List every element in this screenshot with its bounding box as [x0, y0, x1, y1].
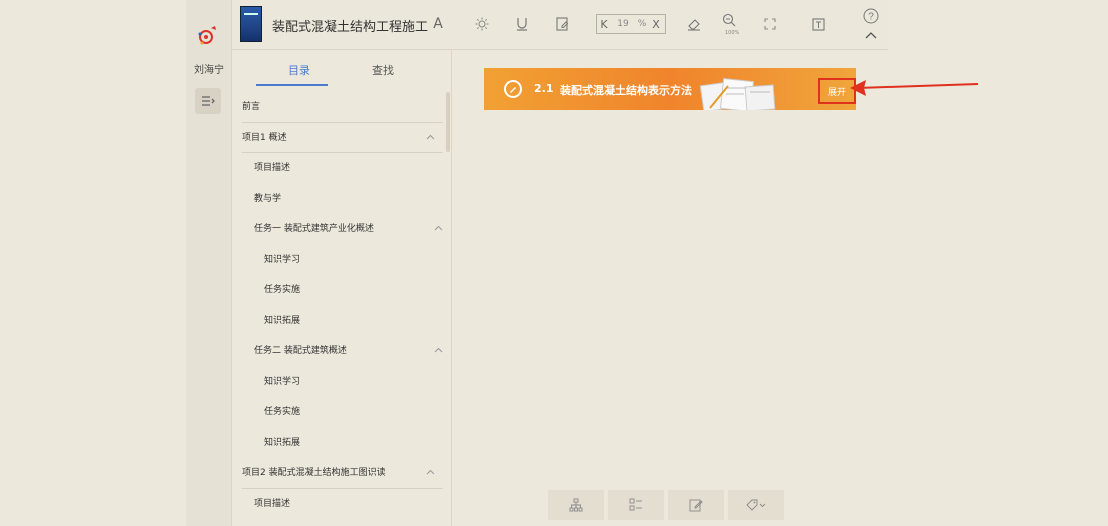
toc-item[interactable]: 知识学习 — [232, 367, 451, 398]
section-icon — [504, 80, 522, 98]
toc-item[interactable]: 知识拓展 — [232, 306, 451, 337]
user-rail: 刘海宁 — [186, 0, 232, 526]
toc-item-label: 知识学习 — [264, 254, 301, 265]
chevron-up-icon[interactable] — [426, 458, 435, 489]
toc-item[interactable]: 任务实施 — [232, 275, 451, 306]
section-title: 装配式混凝土结构表示方法 — [560, 84, 692, 97]
toc-item-label: 任务一 装配式建筑产业化概述 — [254, 224, 374, 234]
toc-item-label: 教与学 — [254, 193, 282, 204]
list-toggle-icon — [202, 96, 215, 106]
toc-item[interactable]: 项目2 装配式混凝土结构施工图识读 — [242, 458, 443, 489]
toc-panel: 目录 查找 前言 项目1 概述 项目描述 教与学 任务一 装配式建筑产业化概述 知识学习任… — [232, 50, 452, 526]
toc-item[interactable]: 任务实施 — [232, 397, 451, 428]
zoom-level: 100% — [725, 30, 740, 36]
toc-item[interactable]: 教与学 — [232, 184, 451, 215]
toc-item[interactable]: 知识拓展 — [232, 428, 451, 459]
text-mode-button[interactable] — [808, 14, 828, 34]
toc-item[interactable]: 任务二 装配式建筑概述 — [232, 336, 451, 367]
note-icon — [555, 17, 568, 31]
content-area: 2.1 装配式混凝土结构表示方法 展开 — [452, 50, 888, 526]
toc-item[interactable]: 项目描述 — [232, 489, 451, 520]
brightness-button[interactable] — [472, 14, 492, 34]
zoom-button[interactable] — [718, 10, 740, 30]
mindmap-button[interactable] — [548, 490, 604, 520]
font-style-button[interactable]: A — [430, 14, 446, 34]
tab-toc[interactable]: 目录 — [288, 62, 310, 78]
book-cover-thumbnail[interactable] — [240, 6, 262, 42]
app-logo — [196, 24, 220, 46]
chevron-up-icon[interactable] — [426, 123, 435, 154]
toggle-toc-button[interactable] — [195, 88, 221, 114]
toc-item-label: 知识拓展 — [264, 437, 301, 448]
collapse-chevron-icon[interactable] — [864, 30, 878, 40]
tag-button[interactable] — [728, 490, 784, 520]
fullscreen-button[interactable] — [760, 14, 780, 34]
user-name: 刘海宁 — [194, 65, 224, 76]
toc-item-label: 项目2 装配式混凝土结构施工图识读 — [242, 468, 386, 478]
toc-item[interactable]: 前言 — [242, 92, 443, 123]
sun-icon — [475, 17, 489, 31]
chevron-up-icon[interactable] — [434, 214, 443, 245]
toc-item-label: 前言 — [242, 102, 261, 112]
help-button[interactable]: ? — [860, 8, 882, 44]
toc-item-label: 教与学 — [254, 519, 281, 526]
toc-item-label: 项目描述 — [254, 498, 291, 509]
toc-tabs: 目录 查找 — [232, 50, 451, 92]
toc-item-label: 项目1 概述 — [242, 132, 287, 143]
eraser-button[interactable] — [684, 14, 704, 34]
help-icon: ? — [863, 8, 879, 24]
edit-icon — [689, 499, 703, 512]
toc-item[interactable]: 项目描述 — [232, 153, 451, 184]
edit-note-button[interactable] — [668, 490, 724, 520]
toc-item[interactable]: 任务一 装配式建筑产业化概述 — [232, 214, 451, 245]
font-increase-button[interactable]: X — [649, 18, 663, 31]
fullscreen-icon — [764, 18, 776, 30]
list-icon — [629, 498, 642, 511]
reader-toolbar: 装配式混凝土结构工程施工 A K 19 % X 100% — [232, 0, 888, 50]
toc-item-label: 任务实施 — [264, 407, 301, 417]
active-tab-indicator — [256, 84, 328, 86]
eraser-icon — [688, 19, 700, 31]
toc-item-label: 项目描述 — [254, 163, 291, 173]
text-box-icon — [811, 17, 825, 31]
font-decrease-button[interactable]: K — [597, 18, 611, 31]
toc-item-label: 知识拓展 — [264, 315, 301, 326]
section-number: 2.1 — [534, 82, 554, 95]
tag-icon — [746, 499, 766, 511]
toc-item-label: 任务实施 — [264, 285, 301, 295]
font-size-control[interactable]: K 19 % X — [596, 14, 666, 34]
note-button[interactable] — [552, 14, 572, 34]
magnifier-icon — [722, 13, 736, 27]
book-title: 装配式混凝土结构工程施工 — [272, 20, 429, 35]
underline-icon — [517, 18, 527, 31]
hierarchy-icon — [569, 498, 583, 512]
chevron-up-icon[interactable] — [434, 336, 443, 367]
font-size-value: 19 — [617, 19, 629, 29]
section-banner: 2.1 装配式混凝土结构表示方法 展开 — [484, 68, 856, 110]
blueprint-illustration — [699, 77, 776, 110]
toc-item[interactable]: 项目1 概述 — [242, 123, 443, 154]
toc-list: 前言 项目1 概述 项目描述 教与学 任务一 装配式建筑产业化概述 知识学习 任务实施 知识拓… — [232, 92, 451, 526]
tab-search[interactable]: 查找 — [372, 62, 394, 78]
toc-item-label: 任务二 装配式建筑概述 — [254, 346, 347, 356]
outline-button[interactable] — [608, 490, 664, 520]
annotation-arrow — [850, 80, 979, 96]
toc-item[interactable]: 知识学习 — [232, 245, 451, 276]
bottom-toolbar — [548, 490, 788, 520]
toc-item-label: 知识学习 — [264, 376, 301, 387]
toc-item[interactable]: 教与学 — [232, 519, 451, 526]
font-size-unit: % — [637, 19, 647, 29]
svg-text:?: ? — [868, 12, 874, 23]
underline-button[interactable] — [512, 14, 532, 34]
